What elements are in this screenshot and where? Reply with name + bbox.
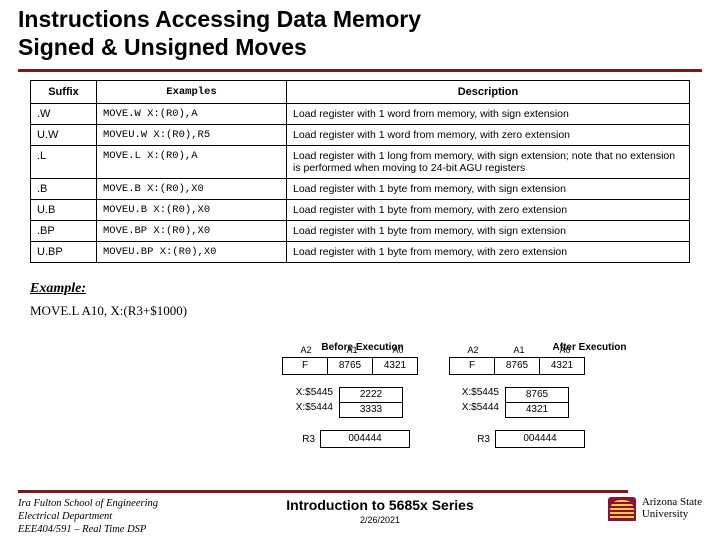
mem-val: 2222 [339,387,403,403]
th-description: Description [287,81,690,104]
footer-divider [18,490,628,493]
footer-dept: Electrical Department [18,510,218,523]
acc-col-label: A0 [542,345,588,355]
acc-cell: F [449,357,495,375]
table-row: .B MOVE.B X:(R0),X0 Load register with 1… [31,179,690,200]
acc-col-label: A1 [329,345,375,355]
cell-suffix: U.W [31,125,97,146]
footer-course: EEE404/591 – Real Time DSP [18,523,218,536]
th-suffix: Suffix [31,81,97,104]
slide-footer: Ira Fulton School of Engineering Electri… [0,490,720,536]
r3-before: 004444 [320,430,410,448]
acc-cell: 4321 [539,357,585,375]
r3-label: R3 [440,434,496,445]
acc-cell: F [282,357,328,375]
cell-suffix: .BP [31,221,97,242]
acc-cell: 4321 [372,357,418,375]
cell-example: MOVE.BP X:(R0),X0 [97,221,287,242]
mem-addr: X:$5444 [283,402,339,418]
cell-suffix: .B [31,179,97,200]
r3-after: 004444 [495,430,585,448]
cell-desc: Load register with 1 word from memory, w… [287,125,690,146]
mem-addr: X:$5445 [449,387,505,403]
mem-addr: X:$5444 [449,402,505,418]
mem-addr: X:$5445 [283,387,339,403]
table-row: U.W MOVEU.W X:(R0),R5 Load register with… [31,125,690,146]
mem-val: 4321 [505,402,569,418]
asu-logo-icon [608,497,636,521]
cell-suffix: .W [31,104,97,125]
cell-desc: Load register with 1 long from memory, w… [287,146,690,179]
footer-school: Ira Fulton School of Engineering [18,497,218,510]
acc-before: A2 A1 A0 F 8765 4321 [283,357,418,375]
cell-example: MOVEU.W X:(R0),R5 [97,125,287,146]
acc-col-label: A1 [496,345,542,355]
cell-example: MOVEU.BP X:(R0),X0 [97,242,287,263]
acc-cell: 8765 [494,357,540,375]
cell-suffix: .L [31,146,97,179]
move-instructions-table: Suffix Examples Description .W MOVE.W X:… [30,80,690,263]
acc-col-label: A0 [375,345,421,355]
table-row: U.B MOVEU.B X:(R0),X0 Load register with… [31,200,690,221]
mem-val: 3333 [339,402,403,418]
cell-example: MOVEU.B X:(R0),X0 [97,200,287,221]
footer-series: Introduction to 5685x Series [230,497,530,513]
acc-col-label: A2 [450,345,496,355]
cell-desc: Load register with 1 byte from memory, w… [287,200,690,221]
execution-diagram: Before Execution After Execution A2 A1 A… [265,342,695,454]
example-code: MOVE.L A10, X:(R3+$1000) [30,303,690,319]
title-divider [18,69,702,72]
footer-uni-line1: Arizona State [642,497,702,509]
cell-desc: Load register with 1 byte from memory, w… [287,242,690,263]
table-row: .W MOVE.W X:(R0),A Load register with 1 … [31,104,690,125]
cell-example: MOVE.B X:(R0),X0 [97,179,287,200]
example-heading: Example: [30,281,690,297]
cell-desc: Load register with 1 byte from memory, w… [287,179,690,200]
cell-suffix: U.BP [31,242,97,263]
table-row: U.BP MOVEU.BP X:(R0),X0 Load register wi… [31,242,690,263]
th-examples: Examples [97,81,287,104]
footer-date: 2/26/2021 [230,515,530,525]
slide-title-line1: Instructions Accessing Data Memory [18,6,702,34]
table-row: .L MOVE.L X:(R0),A Load register with 1 … [31,146,690,179]
footer-uni-line2: University [642,509,702,521]
r3-label: R3 [265,434,321,445]
cell-desc: Load register with 1 word from memory, w… [287,104,690,125]
acc-after: A2 A1 A0 F 8765 4321 [450,357,585,375]
cell-desc: Load register with 1 byte from memory, w… [287,221,690,242]
acc-cell: 8765 [327,357,373,375]
acc-col-label: A2 [283,345,329,355]
cell-suffix: U.B [31,200,97,221]
table-row: .BP MOVE.BP X:(R0),X0 Load register with… [31,221,690,242]
mem-val: 8765 [505,387,569,403]
slide-title-line2: Signed & Unsigned Moves [18,34,702,62]
cell-example: MOVE.L X:(R0),A [97,146,287,179]
cell-example: MOVE.W X:(R0),A [97,104,287,125]
